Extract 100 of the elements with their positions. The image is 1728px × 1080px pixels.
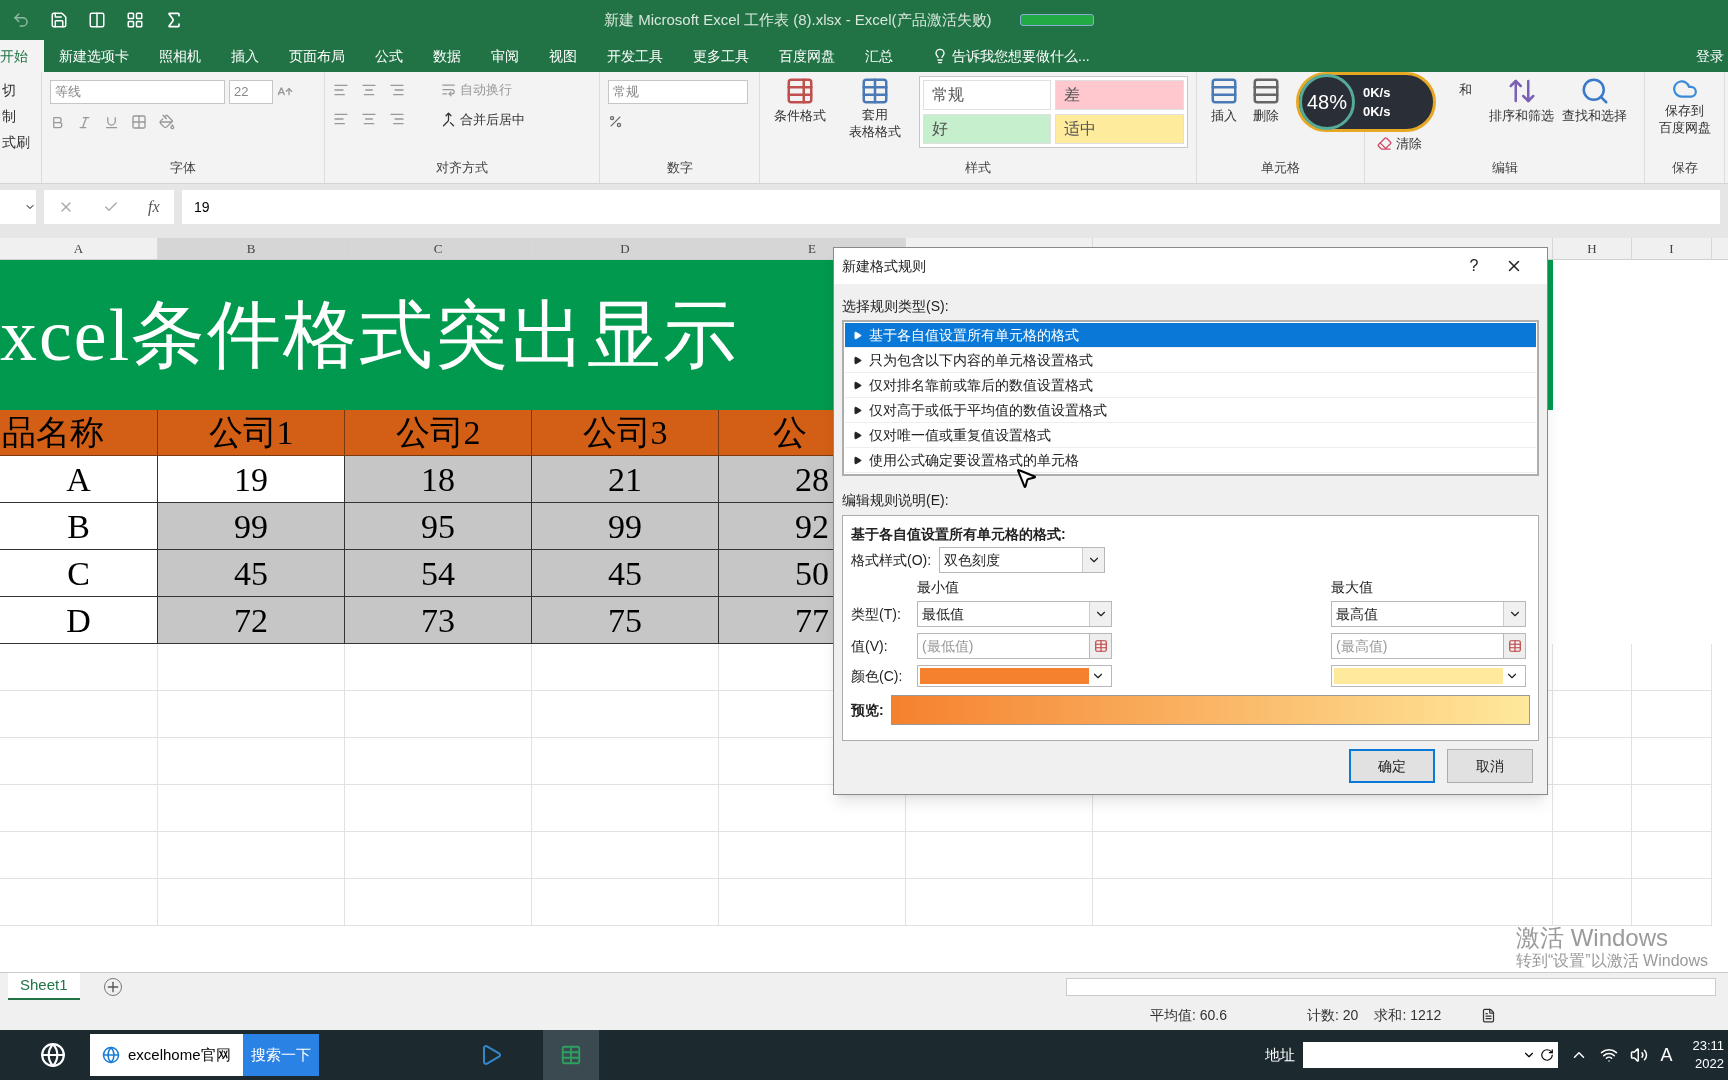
average-reading: 平均值: 60.6 (1150, 1005, 1228, 1025)
clock-time[interactable]: 23:11 (1692, 1037, 1724, 1055)
ribbon-tab[interactable]: 页面布局 (274, 40, 360, 72)
group-label: 编辑 (1491, 159, 1518, 175)
ribbon-tab[interactable]: 照相机 (144, 40, 216, 72)
minimum-type-dropdown[interactable]: 最低值 (917, 601, 1112, 627)
group-label: 样式 (965, 159, 991, 175)
save-to-cloud-button[interactable]: 保存到 百度网盘 (1649, 76, 1720, 136)
rule-type-item[interactable]: 仅对排名靠前或靠后的数值设置格式 (845, 373, 1536, 398)
ribbon-tab[interactable]: 数据 (418, 40, 476, 72)
clear-button[interactable]: 清除 (1377, 133, 1422, 153)
cell-style[interactable]: 好 (922, 114, 1052, 144)
minimum-heading: 最小值 (917, 579, 960, 595)
ribbon-tab[interactable]: 开发工具 (592, 40, 678, 72)
table-cell[interactable]: 99 (158, 503, 345, 550)
column-header[interactable]: C (433, 238, 443, 259)
column-header[interactable]: A (73, 238, 84, 259)
header-cell: 公司2 (345, 410, 532, 456)
column-header[interactable]: H (1587, 238, 1597, 259)
activation-text: 转到“设置”以激活 Windows (1516, 952, 1708, 970)
rule-type-item[interactable]: 仅对唯一值或重复值设置格式 (845, 423, 1536, 448)
ribbon-tab[interactable]: 汇总 (850, 40, 908, 72)
ok-button[interactable]: 确定 (1349, 749, 1435, 783)
rule-type-item[interactable]: 仅对高于或低于平均值的数值设置格式 (845, 398, 1536, 423)
table-cell[interactable]: 72 (158, 597, 345, 644)
header-cell: 品名称 (0, 410, 158, 456)
clock-date[interactable]: 2022 (1695, 1055, 1724, 1073)
sheet-title: xcel条件格式突出显示 (0, 292, 740, 378)
conditional-format-button[interactable]: 条件格式 (768, 76, 832, 148)
rule-type-item[interactable]: 使用公式确定要设置格式的单元格 (845, 448, 1536, 473)
download-speed: 0K/s (1363, 103, 1391, 121)
table-cell[interactable]: 45 (158, 550, 345, 597)
value-field[interactable]: (最高值) (1331, 633, 1504, 659)
ribbon-tab[interactable]: 插入 (216, 40, 274, 72)
table-cell[interactable]: 75 (532, 597, 719, 644)
table-cell[interactable]: 19 (158, 456, 345, 503)
upload-speed: 0K/s (1363, 83, 1391, 102)
sum-reading: 求和: 1212 (1374, 1005, 1442, 1025)
browser-tab[interactable]: excelhome官网 (90, 1043, 243, 1067)
number-format-field[interactable]: 常规 (608, 80, 748, 104)
autosum-button[interactable]: 和 (1459, 80, 1472, 100)
maximum-type-dropdown[interactable]: 最高值 (1331, 601, 1526, 627)
formula-field[interactable]: 19 (182, 190, 1720, 224)
cell-style[interactable]: 常规 (922, 80, 1052, 110)
column-header[interactable]: D (620, 238, 630, 259)
function-button[interactable]: fx (148, 195, 160, 219)
table-cell[interactable]: 21 (532, 456, 719, 503)
clipboard-label[interactable]: 制 (2, 106, 41, 126)
percent-reading: 48% (1307, 90, 1347, 115)
delete-cells-button[interactable]: 删除 (1251, 76, 1281, 126)
group-label: 字体 (170, 159, 196, 175)
ribbon-tab[interactable]: 审阅 (476, 40, 534, 72)
preview-label: 预览: (851, 700, 885, 720)
cancel-button[interactable]: 取消 (1447, 749, 1533, 783)
group-label: 数字 (666, 159, 693, 175)
column-header[interactable]: E (808, 238, 816, 259)
table-cell[interactable]: 99 (532, 503, 719, 550)
rule-type-item[interactable]: 只为包含以下内容的单元格设置格式 (845, 348, 1536, 373)
table-cell[interactable]: 54 (345, 550, 532, 597)
table-cell[interactable]: 73 (345, 597, 532, 644)
input-method-indicator[interactable]: A (1660, 1041, 1673, 1069)
ribbon-tab[interactable]: 视图 (534, 40, 592, 72)
format-style-dropdown[interactable]: 双色刻度 (939, 547, 1106, 573)
maximum-heading: 最大值 (1331, 579, 1374, 595)
find-select-button[interactable]: 查找和选择 (1562, 76, 1627, 153)
value-field[interactable]: (最低值) (917, 633, 1090, 659)
rule-type-label: 选择规则类型(S): (842, 297, 950, 316)
table-format-button[interactable]: 套用 表格格式 (839, 76, 911, 148)
ribbon-tab[interactable]: 公式 (360, 40, 418, 72)
table-cell[interactable]: 95 (345, 503, 532, 550)
ribbon-tab[interactable]: 更多工具 (678, 40, 764, 72)
clipboard-label[interactable]: 式刷 (2, 132, 41, 152)
sign-in-link[interactable]: 登录 (1696, 45, 1724, 67)
sort-filter-button[interactable]: 排序和筛选 (1489, 76, 1554, 153)
header-cell: 公司3 (532, 410, 719, 456)
merge-center-button[interactable]: 合并后居中 (441, 109, 525, 129)
font-name-field[interactable]: 等线 (50, 80, 225, 104)
tell-me-field[interactable]: 告诉我您想要做什么... (952, 45, 1090, 67)
activation-title: 激活 Windows (1516, 924, 1668, 952)
column-header[interactable]: B (246, 238, 256, 259)
ribbon-tab[interactable]: 开始 (0, 40, 44, 72)
rule-type-item[interactable]: 基于各自值设置所有单元格的格式 (845, 323, 1536, 348)
font-size-field[interactable]: 22 (229, 80, 273, 104)
header-cell: 公司1 (158, 410, 345, 456)
group-label: 保存 (1671, 159, 1698, 175)
cell-style[interactable]: 差 (1055, 80, 1184, 110)
ribbon-tab[interactable]: 新建选项卡 (44, 40, 144, 72)
sheet-tab[interactable]: Sheet1 (8, 973, 80, 1000)
help-button[interactable]: ? (1459, 254, 1489, 278)
count-reading: 计数: 20 (1307, 1005, 1359, 1025)
type-label: 类型(T): (851, 605, 902, 624)
clipboard-label[interactable]: 切 (2, 80, 41, 100)
ribbon-tab[interactable]: 百度网盘 (764, 40, 850, 72)
column-header[interactable]: I (1669, 238, 1674, 259)
cell-style[interactable]: 适中 (1055, 114, 1184, 144)
insert-cells-button[interactable]: 插入 (1209, 76, 1239, 126)
table-cell[interactable]: 18 (345, 456, 532, 503)
color-label: 颜色(C): (851, 667, 904, 686)
search-button[interactable]: 搜索一下 (242, 1034, 319, 1076)
table-cell[interactable]: 45 (532, 550, 719, 597)
